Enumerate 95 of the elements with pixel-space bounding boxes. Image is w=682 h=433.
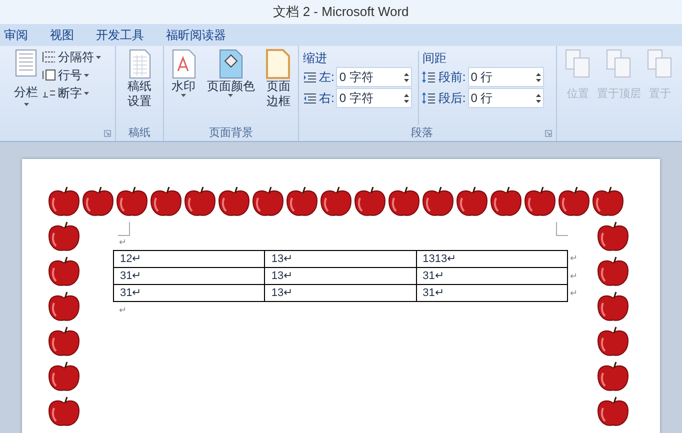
caret-icon	[84, 74, 89, 76]
apple-icon	[596, 361, 630, 393]
apple-icon	[47, 186, 81, 218]
table-cell: 13↵	[264, 251, 416, 267]
apple-icon	[319, 186, 353, 218]
apple-icon	[489, 186, 523, 218]
ribbon-tab[interactable]: 福昕阅读器	[166, 26, 226, 44]
apple-icon	[285, 186, 319, 218]
ribbon-tab[interactable]: 视图	[50, 26, 74, 44]
stacked-pages-icon	[606, 49, 632, 79]
apple-icon	[523, 186, 557, 218]
line-numbers-icon	[42, 69, 56, 81]
table-cell-text: 31↵	[119, 286, 142, 301]
field-label: 段后:	[438, 90, 466, 107]
section-heading: 缩进	[303, 51, 328, 66]
caret-icon	[84, 92, 89, 94]
spin-field[interactable]: 0 行	[468, 67, 544, 87]
stacked-pages-icon	[647, 49, 673, 79]
apple-icon	[353, 186, 387, 218]
apple-icon	[183, 186, 217, 218]
columns-button[interactable]: 分栏	[14, 49, 38, 106]
ribbon-small-button[interactable]: 断字	[42, 85, 101, 101]
margin-corner-mark	[118, 222, 130, 236]
field-label: 右:	[319, 90, 334, 107]
columns-icon	[15, 49, 37, 77]
table-cell: 13↵	[264, 285, 416, 301]
apple-icon	[596, 291, 630, 323]
apple-icon	[149, 186, 183, 218]
ribbon-button[interactable]: 水印	[172, 49, 196, 125]
table-cell: 1313↵	[416, 251, 567, 267]
apple-icon	[217, 186, 251, 218]
group-label: 段落	[411, 128, 433, 138]
ribbon-tab[interactable]: 审阅	[4, 26, 28, 44]
apple-icon	[47, 396, 81, 428]
apple-icon	[421, 186, 455, 218]
space-after-icon	[422, 92, 436, 104]
window-title: 文档 2 - Microsoft Word	[273, 3, 409, 22]
row-end-mark: ↵	[570, 252, 578, 266]
spin-field[interactable]: 0 行	[468, 88, 544, 108]
grid-paper-icon	[128, 49, 150, 79]
apple-icon	[596, 396, 630, 428]
spin-field[interactable]: 0 字符	[336, 67, 412, 87]
field-label: 段前:	[438, 69, 466, 86]
apple-icon	[81, 186, 115, 218]
caret-icon	[24, 103, 28, 106]
apple-icon	[591, 186, 625, 218]
page-border-icon	[266, 49, 290, 79]
spin-arrows-icon[interactable]	[536, 92, 541, 104]
caret-icon	[96, 56, 101, 58]
margin-corner-mark	[556, 222, 568, 236]
field-label: 左:	[319, 69, 334, 86]
apple-icon	[47, 221, 81, 253]
apple-icon	[47, 361, 81, 393]
caret-icon	[228, 94, 234, 97]
group-label: 页面背景	[209, 128, 253, 138]
spin-arrows-icon[interactable]	[404, 72, 410, 82]
apple-icon	[596, 326, 630, 358]
table-cell-text: 31↵	[119, 269, 142, 284]
apple-icon	[557, 186, 591, 218]
table-cell: 31↵	[416, 285, 567, 301]
group-label: 稿纸	[128, 128, 150, 138]
stacked-pages-icon	[565, 49, 591, 79]
ribbon-tab[interactable]: 开发工具	[96, 26, 144, 44]
paint-bucket-page-icon	[218, 49, 243, 79]
apple-icon	[115, 186, 149, 218]
apple-icon	[251, 186, 285, 218]
apple-icon	[596, 221, 630, 253]
spin-arrows-icon[interactable]	[404, 92, 410, 104]
section-heading: 间距	[422, 51, 448, 66]
row-end-mark: ↵	[570, 286, 578, 300]
indent-right-icon	[303, 92, 317, 104]
apple-icon	[387, 186, 421, 218]
table-cell-text: 12↵	[119, 252, 142, 267]
apple-icon	[47, 256, 81, 288]
ribbon-small-button[interactable]: 行号	[42, 67, 101, 83]
spin-field[interactable]: 0 字符	[336, 88, 412, 108]
caret-icon	[181, 94, 186, 97]
apple-icon	[47, 326, 81, 358]
paragraph-mark: ↵	[119, 304, 127, 316]
ribbon-small-button[interactable]: 分隔符	[42, 49, 101, 65]
table-cell: 13↵	[264, 268, 416, 284]
indent-left-icon	[303, 72, 317, 82]
page-break-icon	[42, 51, 56, 63]
paragraph-mark: ↵	[119, 236, 127, 248]
space-before-icon	[422, 71, 436, 83]
spin-arrows-icon[interactable]	[536, 72, 541, 82]
ribbon-button[interactable]: 页面 边框	[266, 49, 290, 125]
watermark-icon	[172, 49, 196, 79]
table-cell: 31↵	[416, 268, 567, 284]
apple-icon	[455, 186, 489, 218]
row-end-mark: ↵	[570, 270, 578, 283]
ribbon-button[interactable]: 页面颜色	[206, 49, 255, 125]
manuscript-settings-button[interactable]: 稿纸 设置	[128, 49, 152, 125]
apple-icon	[47, 291, 81, 323]
apple-icon	[596, 256, 630, 288]
